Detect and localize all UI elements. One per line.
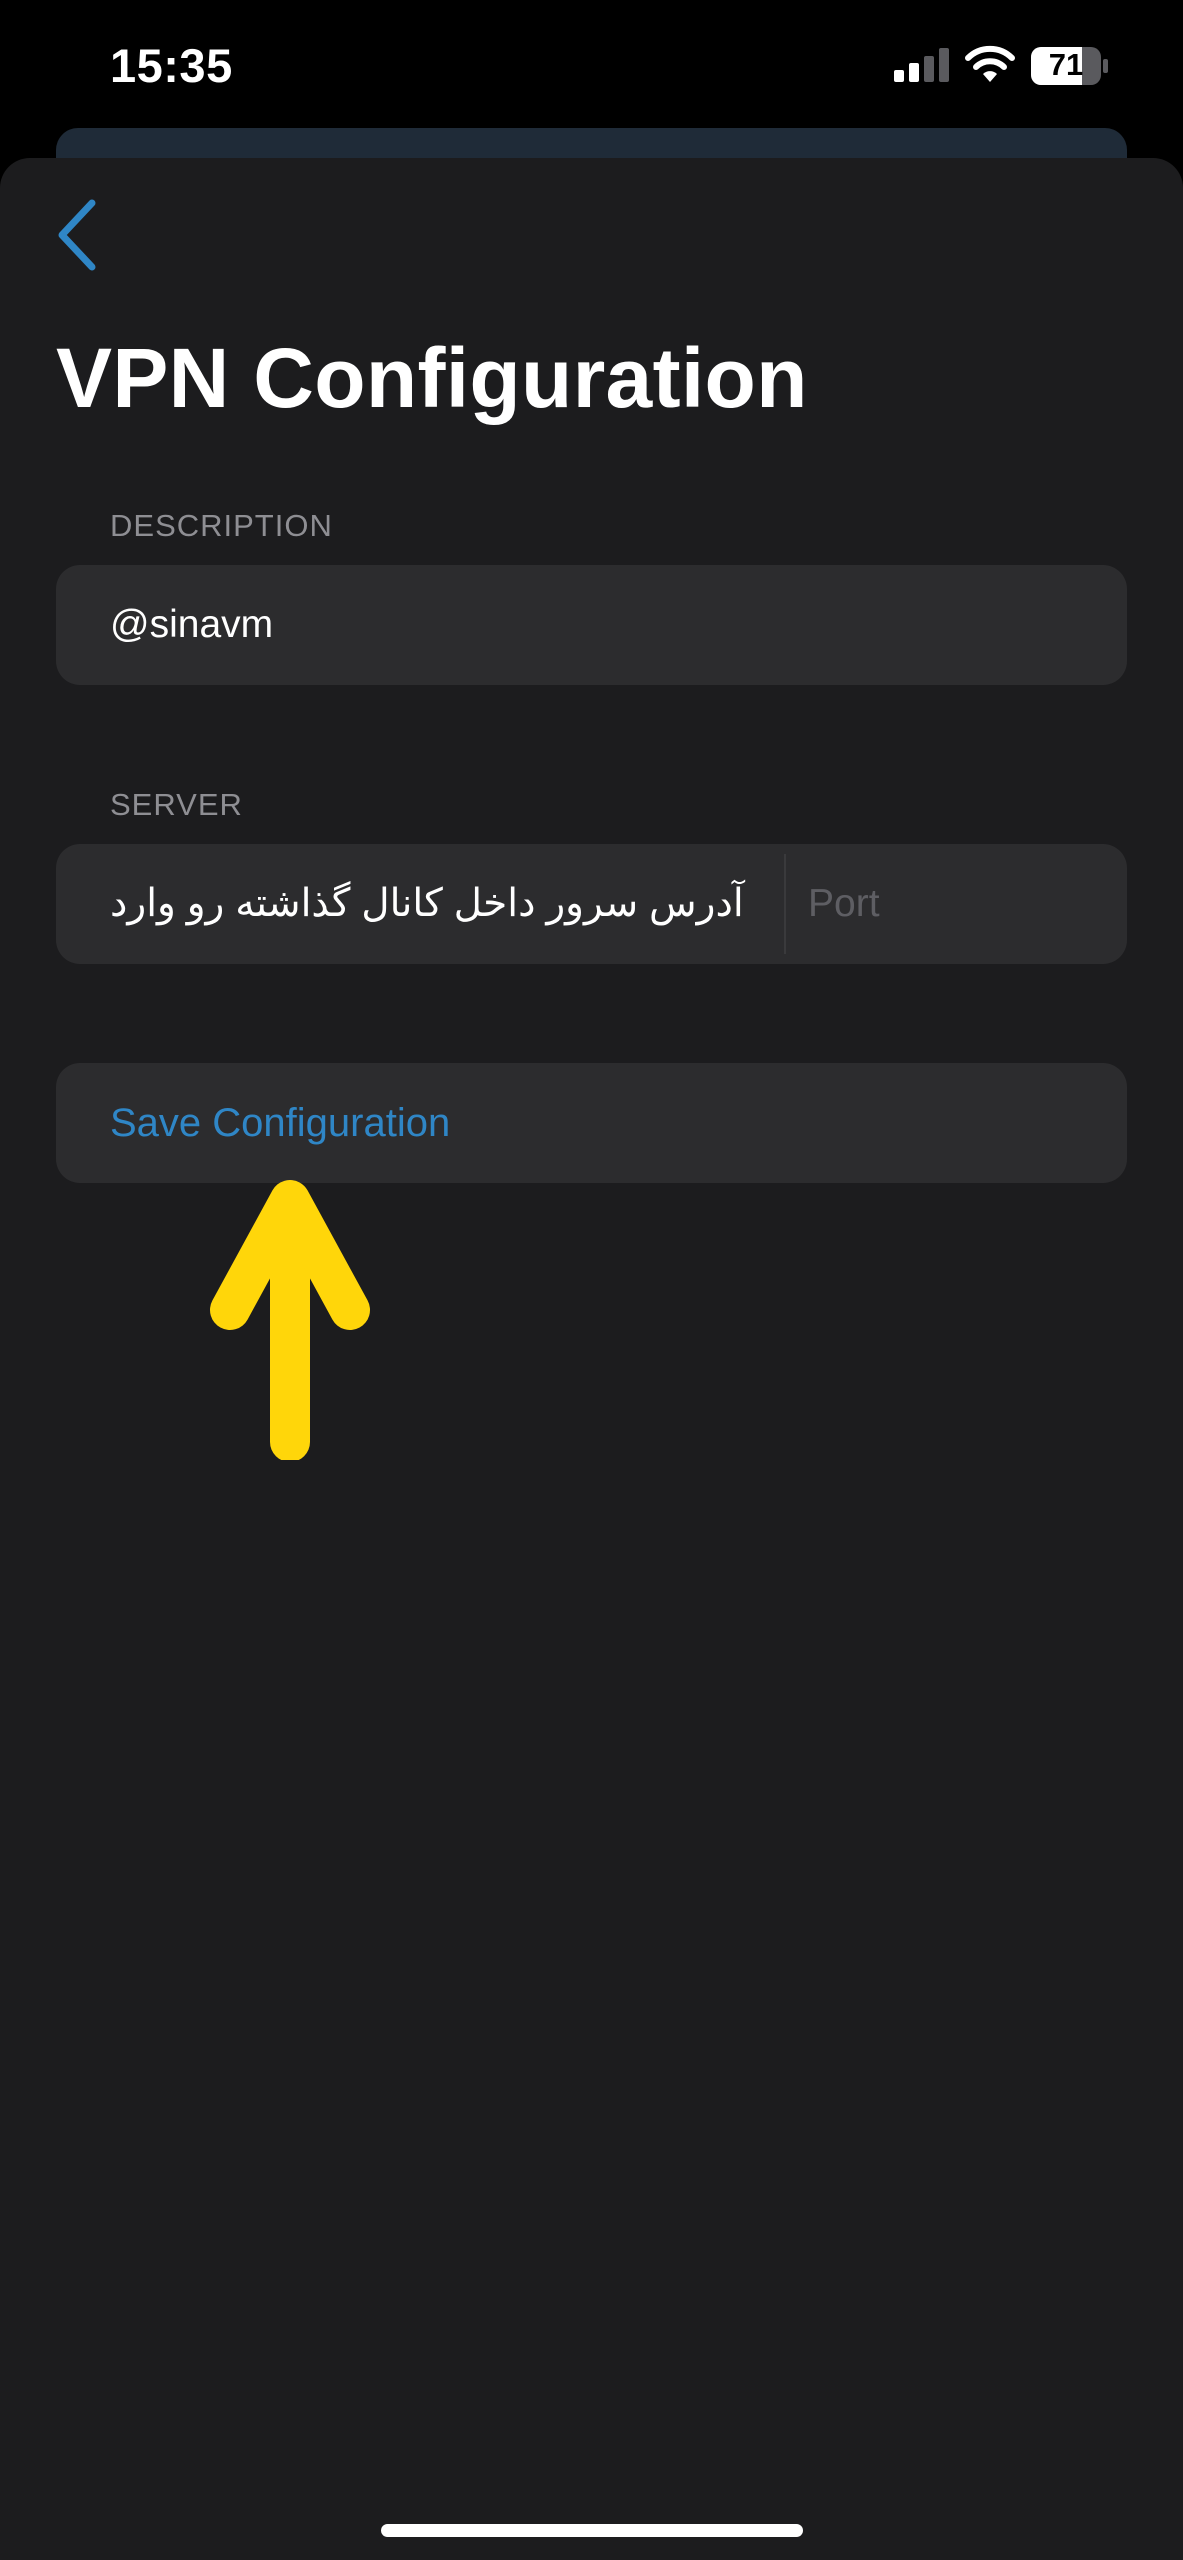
page-title: VPN Configuration — [56, 331, 808, 425]
arrow-up-icon — [210, 1180, 370, 1460]
server-field: آدرس سرور داخل کانال گذاشته رو وارد Port — [56, 844, 1127, 964]
home-indicator[interactable] — [381, 2524, 803, 2537]
description-field[interactable]: @sinavm — [56, 565, 1127, 685]
description-input[interactable]: @sinavm — [110, 565, 273, 685]
back-button[interactable] — [48, 195, 114, 275]
status-time: 15:35 — [110, 39, 233, 92]
server-address-input[interactable]: آدرس سرور داخل کانال گذاشته رو وارد — [110, 844, 780, 964]
battery-level: 71 — [1048, 47, 1084, 82]
server-label: SERVER — [110, 787, 243, 822]
signal-icon — [894, 48, 949, 82]
save-button-label: Save Configuration — [110, 1101, 451, 1145]
chevron-left-icon — [58, 199, 96, 271]
screen: 15:35 71 VPN Configuration DESCRIPTION @… — [0, 0, 1183, 2560]
port-input[interactable]: Port — [808, 844, 880, 964]
wifi-icon — [965, 45, 1015, 82]
save-configuration-button[interactable]: Save Configuration — [56, 1063, 1127, 1183]
field-divider — [784, 854, 786, 954]
description-label: DESCRIPTION — [110, 508, 333, 543]
